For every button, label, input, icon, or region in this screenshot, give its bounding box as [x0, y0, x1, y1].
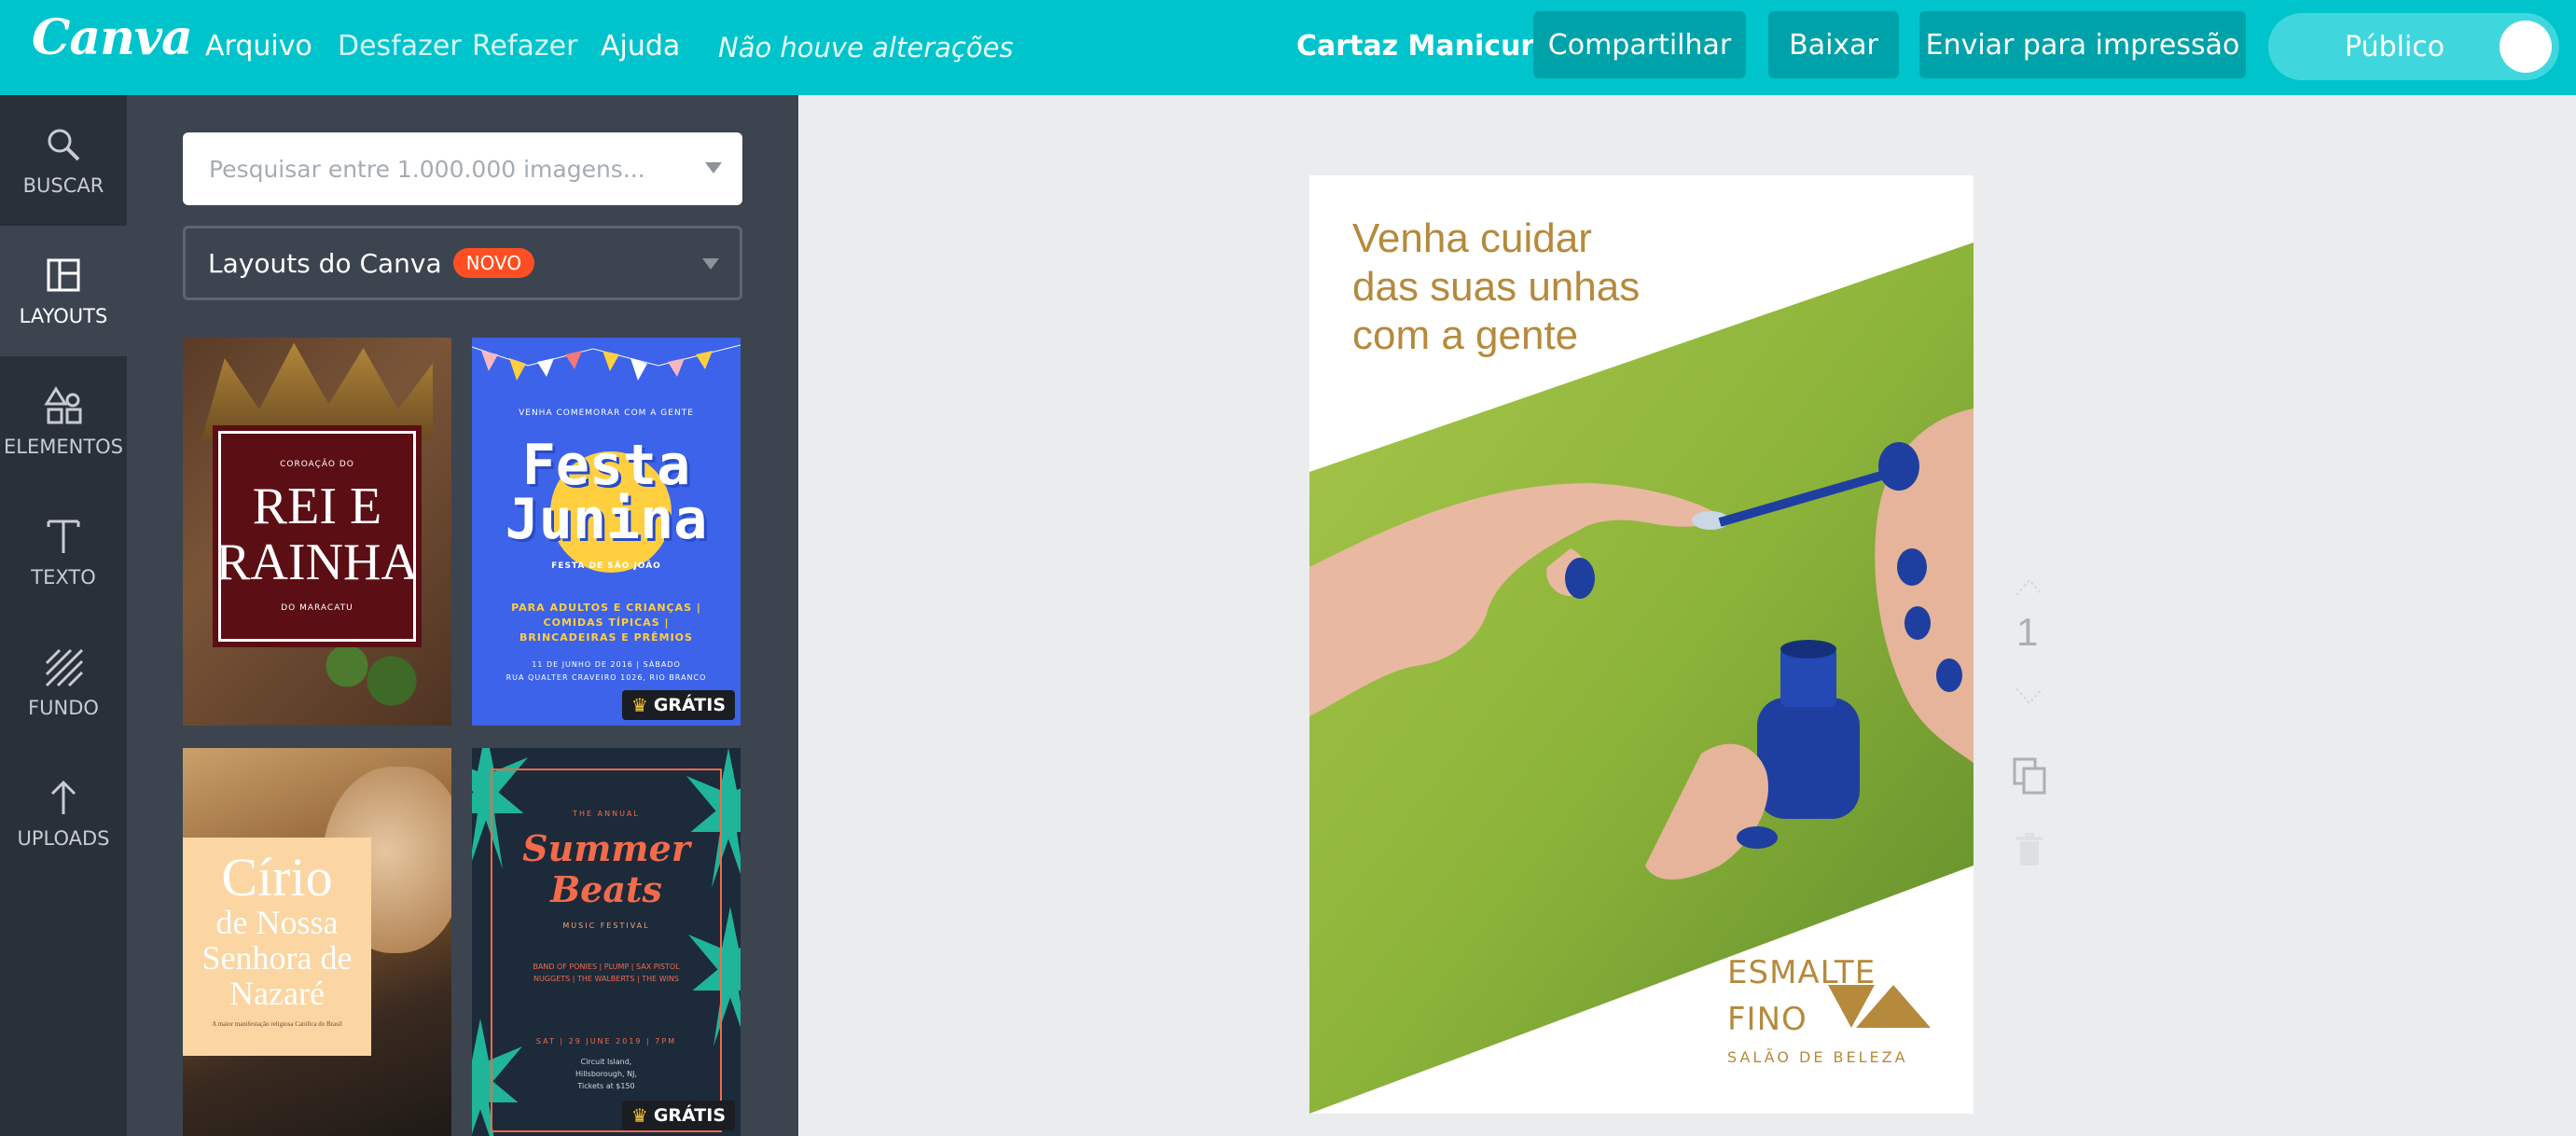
template-title: Summer Beats — [522, 827, 690, 910]
top-bar: Canva Arquivo Desfazer Refazer Ajuda Não… — [0, 0, 2576, 95]
layout-source-label: Layouts do Canva — [208, 247, 442, 279]
rail-label-uploads: UPLOADS — [17, 827, 110, 850]
template-top-text: THE ANNUAL — [573, 810, 640, 818]
download-button[interactable]: Baixar — [1768, 11, 1899, 78]
rail-label-elements: ELEMENTOS — [3, 436, 124, 458]
template-title: Festa Junina — [505, 433, 708, 552]
template-title-card: Círio de Nossa Senhora de Nazaré A maior… — [183, 838, 371, 1056]
headline-line-2: das suas unhas — [1352, 264, 1641, 310]
menu-file[interactable]: Arquivo — [205, 30, 312, 62]
text-icon — [47, 520, 80, 553]
template-date: SAT | 29 JUNE 2019 | 7PM — [535, 1037, 677, 1046]
template-festa-junina[interactable]: VENHA COMEMORAR COM A GENTE Festa Junina… — [472, 338, 741, 726]
move-page-up-icon[interactable] — [2013, 575, 2046, 599]
save-status: Não houve alterações — [718, 32, 1014, 63]
template-subtitle: MUSIC FESTIVAL — [562, 921, 650, 930]
duplicate-page-icon[interactable] — [2011, 755, 2048, 797]
template-rei-e-rainha[interactable]: COROAÇÃO DO REI E RAINHA DO MARACATU — [183, 338, 451, 726]
template-venue: Circuit Island, Hillsborough, NJ, Ticket… — [575, 1058, 638, 1090]
template-summer-beats[interactable]: THE ANNUAL Summer Beats MUSIC FESTIVAL B… — [472, 748, 741, 1136]
crown-icon: ♛ — [630, 694, 648, 716]
template-date: 11 DE JUNHO DE 2016 | SÁBADO — [532, 660, 681, 669]
rail-label-background: FUNDO — [28, 697, 99, 719]
rail-label-layouts: LAYOUTS — [19, 305, 108, 327]
new-badge: NOVO — [452, 248, 535, 278]
image-search-input[interactable]: Pesquisar entre 1.000.000 imagens... — [183, 132, 742, 205]
leaves-image — [313, 636, 425, 711]
menu-undo[interactable]: Desfazer — [338, 30, 462, 62]
editor-stage: Venha cuidar das suas unhas com a gente … — [798, 95, 2576, 1136]
move-page-down-icon[interactable] — [2013, 685, 2046, 709]
free-badge-label: GRÁTIS — [653, 1105, 726, 1126]
headline-line-3: com a gente — [1352, 312, 1579, 358]
template-subtitle: de Nossa Senhora de Nazaré — [201, 904, 353, 1012]
delete-page-icon[interactable] — [2013, 832, 2046, 869]
free-badge: ♛ GRÁTIS — [621, 1101, 735, 1130]
rail-item-elements[interactable]: ELEMENTOS — [0, 356, 127, 487]
shapes-icon — [44, 386, 82, 424]
layouts-icon — [47, 258, 80, 292]
background-icon — [45, 648, 84, 687]
rail-label-search: BUSCAR — [22, 174, 104, 197]
layout-source-select[interactable]: Layouts do Canva NOVO — [183, 226, 742, 300]
template-title: Círio — [221, 847, 333, 907]
menu-redo[interactable]: Refazer — [472, 30, 577, 62]
headline-line-1: Venha cuidar — [1352, 215, 1592, 261]
free-badge-label: GRÁTIS — [653, 695, 726, 715]
template-small-text: COROAÇÃO DO — [280, 460, 354, 469]
poster-headline[interactable]: Venha cuidar das suas unhas com a gente — [1352, 215, 1640, 360]
toggle-knob[interactable] — [2500, 21, 2552, 73]
template-address: RUA QUALTER CRAVEIRO 1026, RIO BRANCO — [506, 673, 707, 682]
design-page[interactable]: Venha cuidar das suas unhas com a gente … — [1309, 175, 1974, 1114]
print-button[interactable]: Enviar para impressão — [1919, 11, 2246, 78]
left-rail: BUSCAR LAYOUTS ELEMENTOS TEXTO FUNDO UPL… — [0, 95, 127, 1136]
rail-item-search[interactable]: BUSCAR — [0, 95, 127, 226]
search-icon — [48, 129, 80, 161]
crown-image — [201, 342, 433, 440]
template-body: PARA ADULTOS E CRIANÇAS | COMIDAS TÍPICA… — [511, 602, 701, 644]
crown-icon: ♛ — [630, 1104, 648, 1127]
layouts-panel: Pesquisar entre 1.000.000 imagens... Lay… — [127, 95, 798, 1136]
chevron-down-icon[interactable] — [705, 162, 722, 173]
canva-logo[interactable]: Canva — [32, 9, 193, 66]
rail-item-layouts[interactable]: LAYOUTS — [0, 226, 127, 356]
brand-line-3: SALÃO DE BELEZA — [1727, 1048, 1908, 1066]
free-badge: ♛ GRÁTIS — [621, 690, 735, 720]
rail-item-background[interactable]: FUNDO — [0, 617, 127, 748]
rail-label-text: TEXTO — [31, 566, 96, 589]
template-tagline: A maior manifestação religiosa Católica … — [212, 1020, 342, 1028]
search-placeholder: Pesquisar entre 1.000.000 imagens... — [209, 155, 645, 183]
template-cirio[interactable]: Círio de Nossa Senhora de Nazaré A maior… — [183, 748, 451, 1136]
document-title[interactable]: Cartaz Manicure — [1296, 30, 1554, 62]
template-footer-text: DO MARACATU — [281, 603, 353, 613]
rail-item-uploads[interactable]: UPLOADS — [0, 748, 127, 879]
visibility-toggle[interactable]: Público — [2268, 13, 2559, 80]
brand-logo — [1828, 985, 1931, 1028]
chevron-down-icon[interactable] — [702, 258, 719, 270]
template-top-text: VENHA COMEMORAR COM A GENTE — [519, 409, 694, 418]
share-button[interactable]: Compartilhar — [1533, 11, 1746, 78]
bunting-flags — [472, 344, 741, 381]
menu-help[interactable]: Ajuda — [601, 30, 680, 62]
template-subtitle: FESTA DE SÃO JOÃO — [551, 561, 661, 571]
template-title-box: COROAÇÃO DO REI E RAINHA DO MARACATU — [213, 425, 422, 647]
upload-icon — [50, 780, 76, 814]
page-number: 1 — [2016, 610, 2039, 654]
template-title: REI E RAINHA — [215, 478, 419, 591]
rail-item-text[interactable]: TEXTO — [0, 487, 127, 617]
template-bands: BAND OF PONIES | PLUMP | SAX PISTOL NUGG… — [533, 963, 680, 983]
visibility-label: Público — [2345, 30, 2445, 63]
